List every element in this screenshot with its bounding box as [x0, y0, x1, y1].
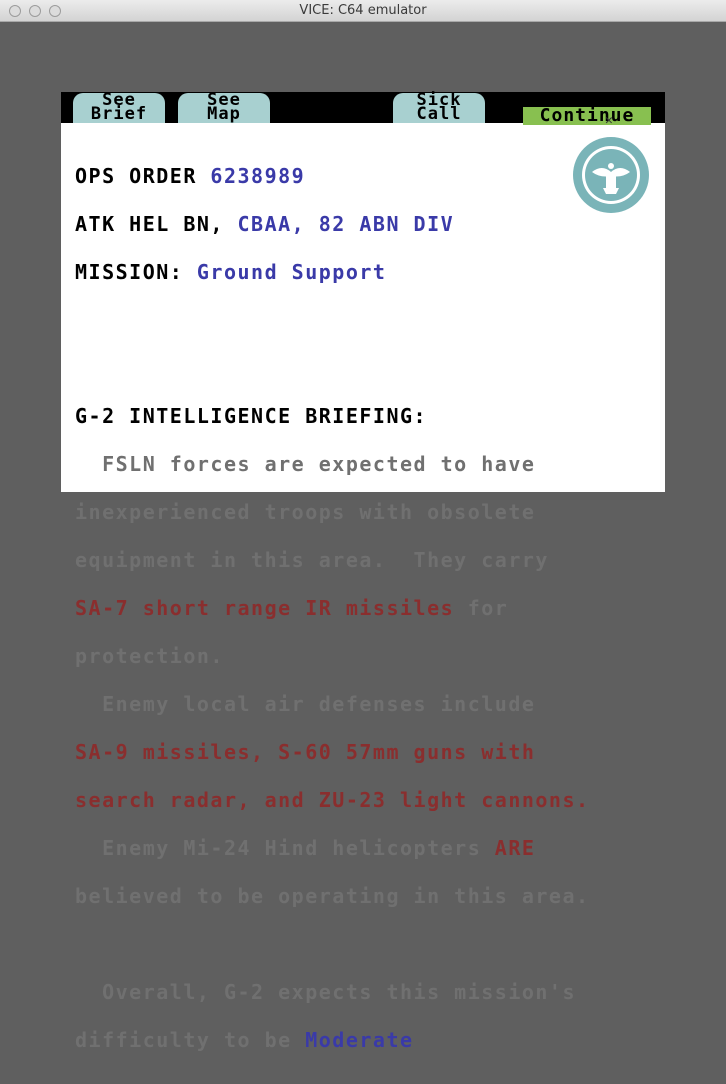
difficulty-value: Moderate [305, 1028, 414, 1052]
briefing-line-4-rest: for [454, 596, 509, 620]
briefing-line-2: inexperienced troops with obsolete [75, 500, 536, 524]
briefing-line-11: Overall, G-2 expects this mission's [75, 980, 577, 1004]
briefing-line-10: believed to be operating in this area. [75, 884, 590, 908]
pointer-cursor-icon: ✕ [605, 113, 613, 128]
briefing-line-4-highlight: SA-7 short range IR missiles [75, 596, 455, 620]
ops-order-label: OPS ORDER [75, 164, 211, 188]
sick-call-tab[interactable]: Sick Call [393, 92, 485, 124]
mission-value: Ground Support [196, 260, 387, 284]
see-brief-label-2: Brief [90, 104, 148, 124]
briefing-line-6: Enemy local air defenses include [75, 692, 536, 716]
briefing-line-9-highlight: ARE [494, 836, 536, 860]
window-title: VICE: C64 emulator [299, 3, 427, 18]
unit-value: CBAA, 82 ABN DIV [237, 212, 455, 236]
unit-label: ATK HEL BN, [75, 212, 238, 236]
see-brief-tab[interactable]: See Brief [73, 92, 165, 124]
c64-screen: See Brief See Map Sick Call Continue ✕ O… [61, 92, 665, 1050]
briefing-text: OPS ORDER 6238989 ATK HEL BN, CBAA, 82 A… [75, 136, 590, 1080]
menu-bar: See Brief See Map Sick Call Continue [61, 92, 665, 125]
continue-button[interactable]: Continue [523, 107, 651, 125]
briefing-line-9: Enemy Mi-24 Hind helicopters [75, 836, 495, 860]
briefing-line-8: search radar, and ZU-23 light cannons. [75, 788, 590, 812]
ops-order-value: 6238989 [210, 164, 306, 188]
mission-label: MISSION: [75, 260, 197, 284]
briefing-line-5: protection. [75, 644, 224, 668]
briefing-line-1: FSLN forces are expected to have [75, 452, 536, 476]
window-titlebar: VICE: C64 emulator [0, 0, 726, 22]
briefing-line-12: difficulty to be [75, 1028, 306, 1052]
sick-call-label-2: Call [416, 104, 462, 124]
briefing-line-7: SA-9 missiles, S-60 57mm guns with [75, 740, 536, 764]
see-map-label-2: Map [207, 104, 241, 124]
briefing-title: G-2 INTELLIGENCE BRIEFING: [75, 404, 428, 428]
see-map-tab[interactable]: See Map [178, 92, 270, 124]
